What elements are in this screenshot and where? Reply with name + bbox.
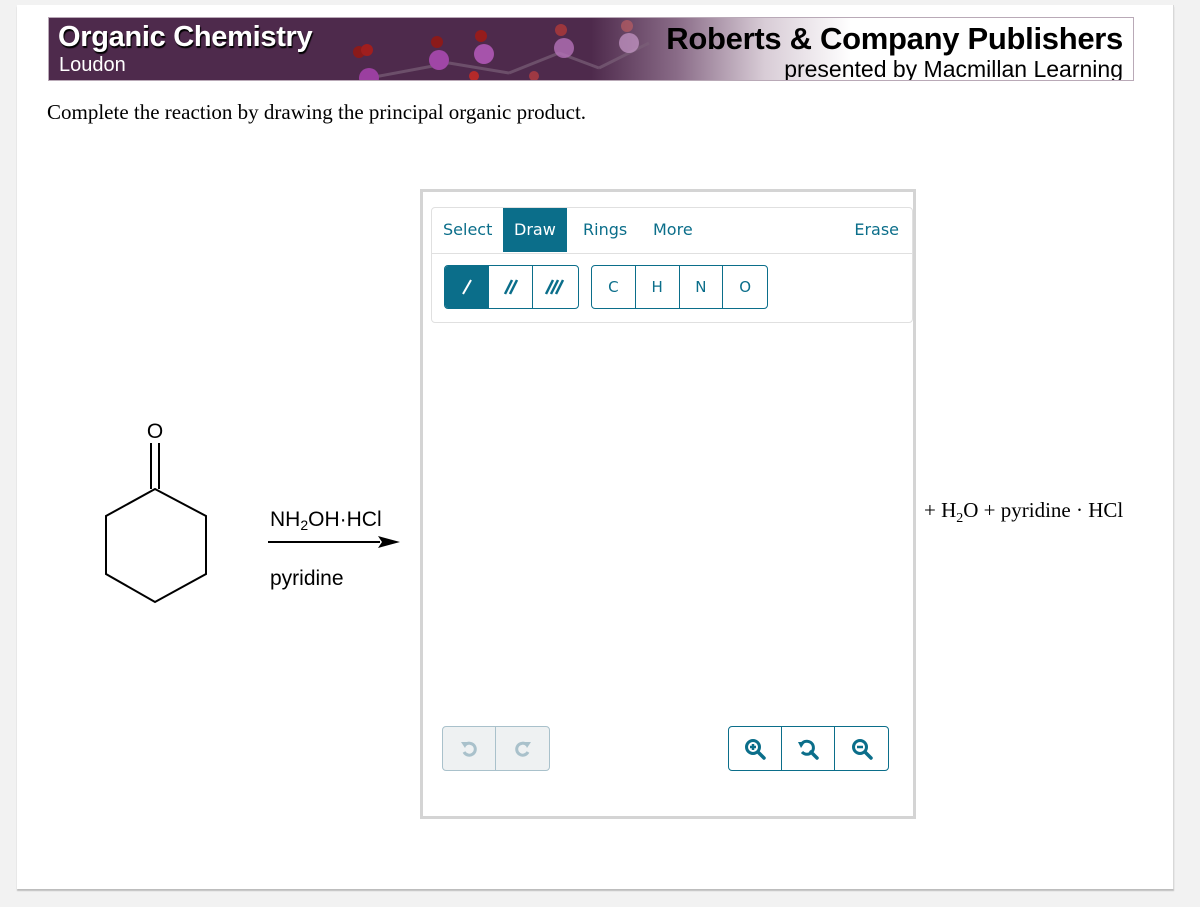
publisher-subtitle: presented by Macmillan Learning (784, 56, 1123, 81)
zoom-in-icon (745, 738, 766, 760)
reactant-structure: O (105, 420, 207, 604)
triple-bond-icon (544, 279, 565, 295)
zoom-reset-icon (798, 739, 819, 760)
header-banner: Organic Chemistry Loudon Roberts & Compa… (48, 17, 1134, 81)
single-bond-icon (461, 279, 472, 295)
editor-toolbar: Select Draw Rings More Erase C H N O (431, 207, 913, 323)
zoom-reset-button[interactable] (782, 727, 835, 770)
undo-button[interactable] (443, 727, 496, 770)
erase-button[interactable]: Erase (843, 208, 910, 252)
triple-bond-button[interactable] (533, 266, 577, 308)
course-author: Loudon (59, 54, 126, 76)
tab-more[interactable]: More (642, 208, 704, 252)
single-bond-button[interactable] (445, 266, 489, 308)
drawing-canvas[interactable] (431, 327, 913, 717)
atom-button-n[interactable]: N (680, 266, 724, 308)
double-bond-button[interactable] (489, 266, 533, 308)
tool-tabs: Select Draw Rings More Erase (432, 208, 912, 254)
tab-select[interactable]: Select (432, 208, 503, 252)
course-title: Organic Chemistry (58, 21, 313, 53)
question-prompt: Complete the reaction by drawing the pri… (47, 100, 587, 124)
reagent-above-arrow: NH2OH·HCl (270, 508, 382, 533)
reagent-below-arrow: pyridine (270, 567, 344, 590)
cyclohexane-ring (105, 487, 207, 604)
atom-button-c[interactable]: C (592, 266, 636, 308)
zoom-in-button[interactable] (729, 727, 782, 770)
zoom-out-icon (851, 738, 873, 760)
redo-button[interactable] (496, 727, 549, 770)
molecule-graphic (353, 20, 650, 80)
zoom-out-button[interactable] (835, 727, 888, 770)
reaction-byproducts: + H2O + pyridine · HCl (924, 498, 1124, 526)
bond-buttons (444, 265, 579, 309)
undo-icon (461, 741, 477, 757)
atom-buttons: C H N O (591, 265, 768, 309)
zoom-buttons (728, 726, 889, 771)
tab-rings[interactable]: Rings (572, 208, 638, 252)
atom-button-o[interactable]: O (723, 266, 767, 308)
atom-button-h[interactable]: H (636, 266, 680, 308)
molecule-editor: Select Draw Rings More Erase C H N O (420, 189, 916, 819)
carbonyl-oxygen-label: O (147, 420, 163, 443)
redo-icon (514, 741, 531, 757)
history-buttons (442, 726, 550, 771)
publisher-name: Roberts & Company Publishers (666, 21, 1123, 56)
tab-draw[interactable]: Draw (503, 208, 567, 252)
reaction-arrow (268, 536, 400, 548)
double-bond-icon (503, 279, 518, 295)
